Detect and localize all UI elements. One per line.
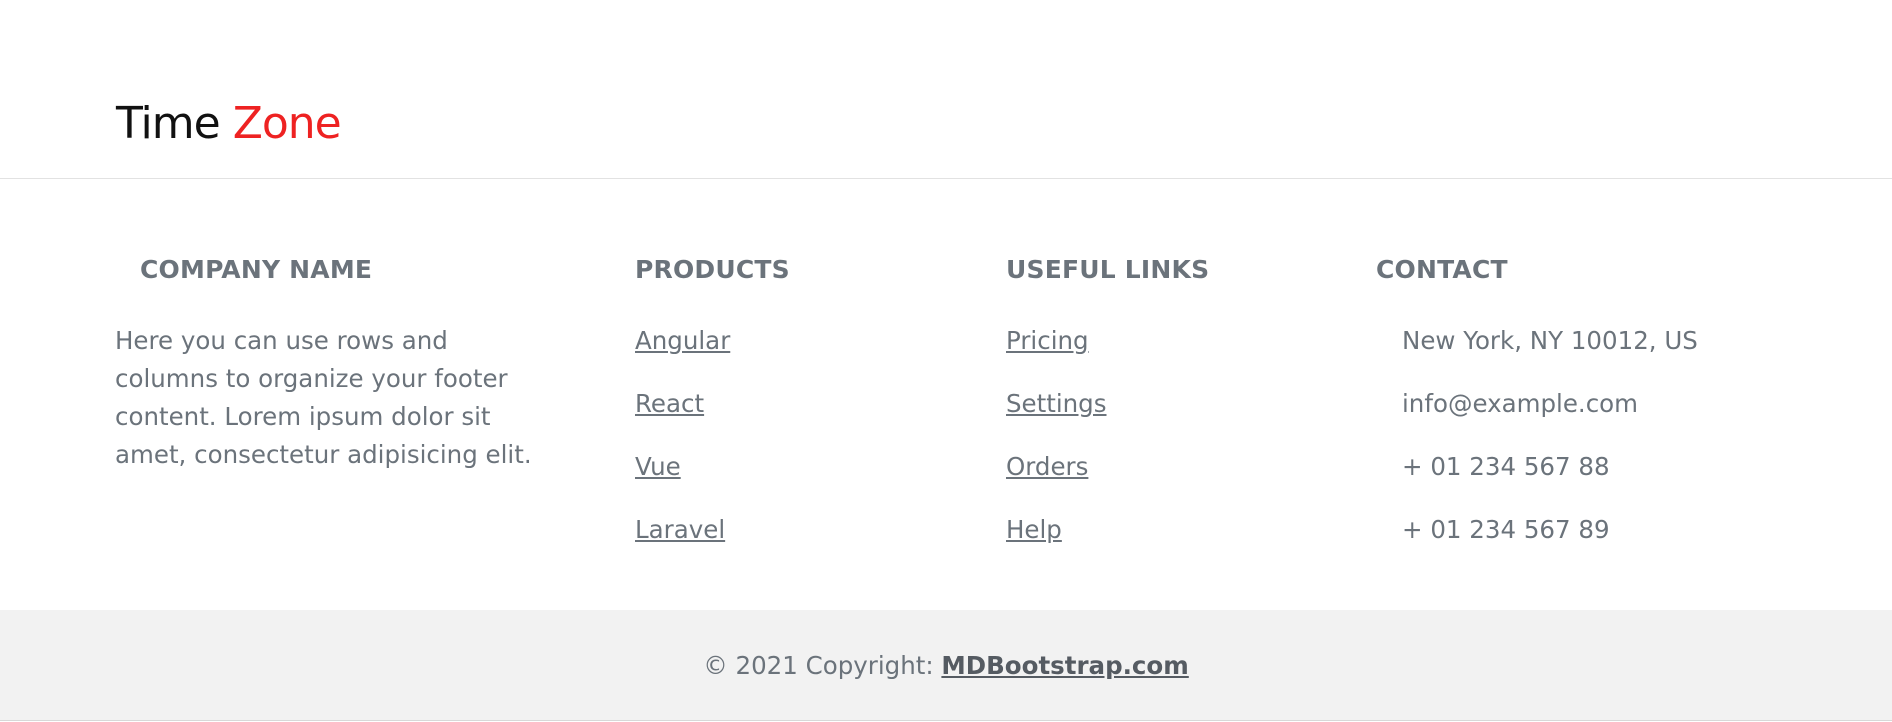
link-settings[interactable]: Settings [1006, 389, 1107, 418]
list-item: Settings [1006, 385, 1306, 448]
contact-list: New York, NY 10012, US info@example.com … [1402, 322, 1796, 574]
logo-header: Time Zone [0, 0, 1892, 179]
list-item: Help [1006, 511, 1306, 574]
contact-heading: CONTACT [1376, 255, 1508, 284]
product-link-vue[interactable]: Vue [635, 452, 681, 481]
brand-logo-part2: Zone [232, 98, 342, 149]
footer: COMPANY NAME Here you can use rows and c… [0, 180, 1892, 610]
product-link-laravel[interactable]: Laravel [635, 515, 725, 544]
link-pricing[interactable]: Pricing [1006, 326, 1089, 355]
useful-links-heading: USEFUL LINKS [1006, 255, 1210, 284]
list-item: Angular [635, 322, 935, 385]
list-item: React [635, 385, 935, 448]
company-description: Here you can use rows and columns to org… [115, 326, 532, 469]
brand-logo-part1: Time [116, 98, 221, 149]
copyright-link[interactable]: MDBootstrap.com [941, 651, 1188, 680]
contact-phone-1: + 01 234 567 88 [1402, 452, 1610, 481]
copyright-bar: © 2021 Copyright: MDBootstrap.com [0, 610, 1892, 721]
useful-links-section: USEFUL LINKS Pricing Settings Orders Hel… [1006, 254, 1306, 574]
list-item: Laravel [635, 511, 935, 574]
products-list: Angular React Vue Laravel [635, 322, 935, 574]
useful-links-list: Pricing Settings Orders Help [1006, 322, 1306, 574]
list-item: Pricing [1006, 322, 1306, 385]
contact-section: CONTACT New York, NY 10012, US info@exam… [1376, 254, 1796, 574]
link-orders[interactable]: Orders [1006, 452, 1088, 481]
list-item: Vue [635, 448, 935, 511]
company-heading: COMPANY NAME [140, 255, 373, 284]
contact-email: info@example.com [1402, 389, 1639, 418]
link-help[interactable]: Help [1006, 515, 1062, 544]
product-link-react[interactable]: React [635, 389, 704, 418]
product-link-angular[interactable]: Angular [635, 326, 730, 355]
copyright-text: © 2021 Copyright: [703, 651, 942, 680]
company-section: COMPANY NAME Here you can use rows and c… [115, 254, 535, 474]
contact-address: New York, NY 10012, US [1402, 326, 1698, 355]
contact-phone-2: + 01 234 567 89 [1402, 515, 1610, 544]
products-section: PRODUCTS Angular React Vue Laravel [635, 254, 935, 574]
products-heading: PRODUCTS [635, 255, 790, 284]
list-item: Orders [1006, 448, 1306, 511]
brand-logo[interactable]: Time Zone [116, 96, 342, 152]
